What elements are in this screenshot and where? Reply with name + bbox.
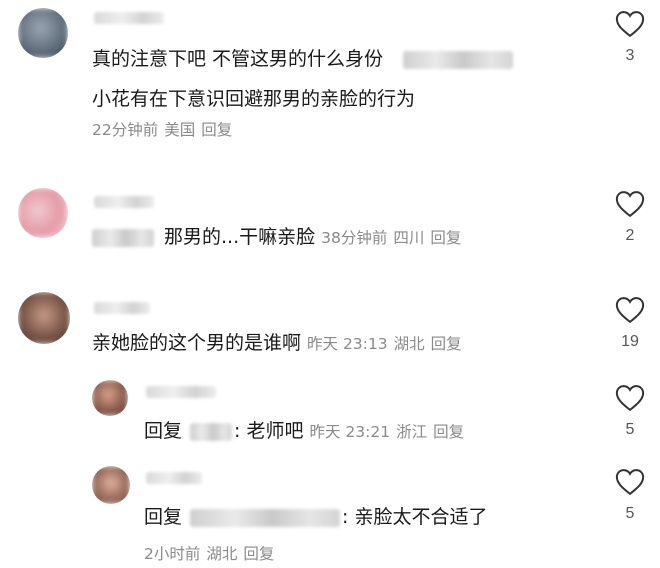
comment-location: 浙江 — [396, 423, 428, 441]
comment-time: 2小时前 — [144, 545, 201, 563]
reply-text-row: 回复 : 亲脸太不合适了 — [144, 504, 487, 530]
avatar[interactable] — [92, 466, 130, 504]
like-count: 5 — [625, 505, 635, 522]
like-button[interactable]: 5 — [610, 468, 650, 524]
comment-time: 昨天 23:21 — [309, 423, 391, 441]
reply-prefix: 回复 — [144, 420, 183, 442]
masked-mention — [92, 228, 154, 247]
username-masked[interactable] — [94, 196, 154, 208]
comment-meta: 22分钟前 美国 回复 — [92, 120, 238, 140]
masked-text — [403, 50, 514, 69]
heart-outline-icon — [615, 385, 645, 412]
reply-text-row: 回复: 老师吧 昨天 23:21 浙江 回复 — [144, 418, 464, 445]
comment-item: 那男的...干嘛亲脸 38分钟前 四川 回复 2 — [0, 180, 660, 280]
heart-outline-icon — [615, 297, 645, 324]
avatar[interactable] — [18, 8, 68, 58]
comment-time: 38分钟前 — [321, 229, 388, 247]
heart-outline-icon — [615, 191, 645, 218]
reply-button[interactable]: 回复 — [243, 545, 274, 563]
comment-location: 美国 — [164, 121, 196, 139]
reply-item: 回复: 老师吧 昨天 23:21 浙江 回复 5 — [0, 378, 660, 458]
reply-button[interactable]: 回复 — [430, 229, 461, 247]
reply-button[interactable]: 回复 — [201, 121, 232, 139]
like-count: 19 — [621, 333, 639, 350]
comment-time: 昨天 23:13 — [307, 335, 388, 353]
comment-time: 22分钟前 — [92, 121, 159, 139]
avatar[interactable] — [18, 188, 68, 238]
comment-text: 那男的...干嘛亲脸 — [164, 226, 316, 248]
comment-text-line1: 真的注意下吧 不管这男的什么身份 — [92, 48, 384, 70]
reply-text: : 老师吧 — [234, 420, 304, 442]
comment-text-line2: 小花有在下意识回避那男的亲脸的行为 — [92, 88, 416, 110]
like-button[interactable]: 2 — [610, 190, 650, 246]
comment-text: 亲她脸的这个男的是谁啊 — [92, 332, 302, 354]
username-masked[interactable] — [146, 386, 216, 398]
username-masked[interactable] — [146, 472, 202, 484]
comment-text: 真的注意下吧 不管这男的什么身份 — [92, 46, 514, 72]
reply-item: 回复: 亲脸太不合适了 2小时前 湖北 回复 5 — [0, 464, 660, 568]
masked-mention — [190, 508, 341, 527]
username-masked[interactable] — [94, 302, 150, 314]
comment-text-row: 那男的...干嘛亲脸 38分钟前 四川 回复 — [92, 224, 461, 251]
reply-text: : 亲脸太不合适了 — [342, 506, 488, 528]
like-button[interactable]: 3 — [610, 10, 650, 66]
avatar[interactable] — [18, 292, 70, 344]
comment-location: 湖北 — [206, 545, 238, 563]
comment-location: 湖北 — [393, 335, 425, 353]
like-button[interactable]: 5 — [610, 384, 650, 440]
username-masked[interactable] — [94, 12, 164, 24]
avatar[interactable] — [92, 380, 128, 416]
comment-text-row: 亲她脸的这个男的是谁啊 昨天 23:13 湖北 回复 — [92, 330, 462, 357]
comment-item: 真的注意下吧 不管这男的什么身份 小花有在下意识回避那男的亲脸的行为 22分钟前… — [0, 0, 660, 160]
comment-item: 亲她脸的这个男的是谁啊 昨天 23:13 湖北 回复 19 回复: 老师吧 昨天 23:… — [0, 292, 660, 568]
comment-location: 四川 — [393, 229, 425, 247]
reply-button[interactable]: 回复 — [431, 335, 462, 353]
like-count: 5 — [625, 421, 635, 438]
like-button[interactable]: 19 — [610, 296, 650, 352]
comment-meta: 2小时前 湖北 回复 — [144, 544, 280, 564]
reply-prefix: 回复 — [144, 506, 183, 528]
like-count: 3 — [625, 47, 635, 64]
like-count: 2 — [625, 227, 635, 244]
masked-mention — [190, 422, 233, 441]
heart-outline-icon — [615, 11, 645, 38]
reply-button[interactable]: 回复 — [433, 423, 464, 441]
heart-outline-icon — [615, 469, 645, 496]
